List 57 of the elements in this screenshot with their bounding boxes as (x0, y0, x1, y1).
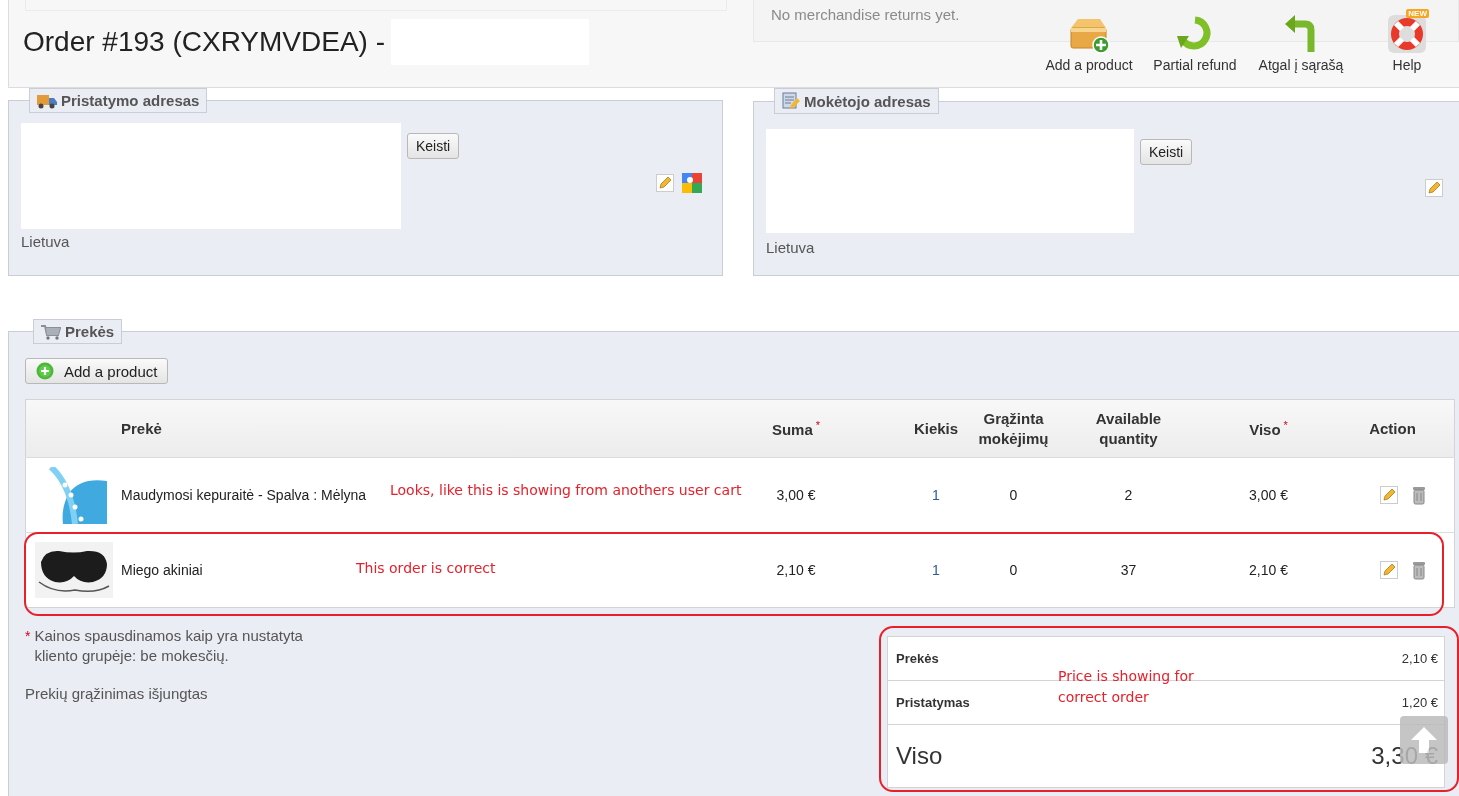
column-header: Grąžinta mokėjimų (978, 410, 1049, 447)
toolbar-button[interactable]: Atgal į sąrašą (1251, 8, 1351, 73)
panel-title: Prekės (65, 323, 115, 340)
trash-icon (1411, 560, 1426, 580)
table-cell: 2,10 € (1249, 562, 1288, 578)
total-label: Prekės (896, 651, 939, 666)
column-header: Kiekis (913, 419, 959, 437)
column-header: Action (1369, 419, 1416, 437)
pencil-icon (1379, 561, 1398, 579)
annotation-note: Looks, like this is showing from anothers user cart (390, 482, 742, 498)
plus-circle-icon (36, 362, 54, 380)
cart-icon (41, 323, 61, 340)
table-cell: 1 (932, 562, 940, 578)
table-cell: 37 (1120, 562, 1137, 578)
price-note: Kainos spausdinamos kaip yra nustatyta kliento grupėje: be mokesčių. (34, 626, 304, 666)
change-button[interactable]: Keisti (1140, 139, 1193, 165)
total-value: 2,10 € (1401, 651, 1438, 666)
column-header: Prekė (121, 419, 162, 437)
column-header: Suma (771, 420, 813, 438)
asterisk-mark: * (25, 627, 31, 646)
toolbar-button[interactable]: Add a product (1039, 8, 1139, 73)
panel-title: Mokėtojo adresas (804, 92, 931, 110)
pencil-icon (656, 174, 674, 192)
table-cell: 0 (1009, 562, 1018, 578)
panel-title: Pristatymo adresas (61, 92, 200, 109)
country-text: Lietuva (766, 239, 816, 256)
annotation-note: This order is correct (356, 560, 496, 576)
total-label: Viso (896, 742, 943, 770)
invoice-icon (782, 92, 800, 110)
table-cell: 1 (932, 487, 940, 503)
table-cell: 2,10 € (776, 562, 816, 578)
trash-icon (1411, 485, 1426, 505)
truck-icon (37, 92, 57, 109)
toolbar-button[interactable]: Partial refund (1145, 8, 1245, 73)
annotation-note: Price is showing for correct order (1058, 667, 1195, 707)
country-text: Lietuva (21, 233, 71, 250)
table-cell: Maudymosi kepuraitė - Spalva : Mėlyna (121, 487, 367, 503)
new-badge: NEW (1406, 9, 1429, 18)
column-header: Available quantity (1094, 409, 1163, 448)
page-title: Order #193 (CXRYMVDEA) - (23, 26, 386, 58)
total-value: 1,20 € (1401, 695, 1438, 710)
add-product-button[interactable]: Add a product (25, 358, 169, 384)
pencil-icon (1379, 486, 1398, 504)
pencil-icon (1425, 179, 1443, 197)
table-cell: 3,00 € (1249, 487, 1288, 503)
returns-status: Prekių grąžinimas išjungtas (25, 684, 209, 704)
table-cell: 0 (1009, 487, 1018, 503)
table-cell: 2 (1124, 487, 1133, 503)
map-pin-icon (682, 173, 702, 193)
total-label: Pristatymas (896, 695, 970, 710)
asterisk-mark: * (1283, 418, 1288, 431)
change-button[interactable]: Keisti (407, 133, 460, 159)
table-cell: Miego akiniai (121, 562, 203, 578)
asterisk-mark: * (815, 418, 821, 431)
table-cell: 3,00 € (776, 487, 816, 503)
column-header: Viso (1249, 420, 1281, 438)
toolbar-button[interactable]: NEW Help (1357, 8, 1457, 73)
